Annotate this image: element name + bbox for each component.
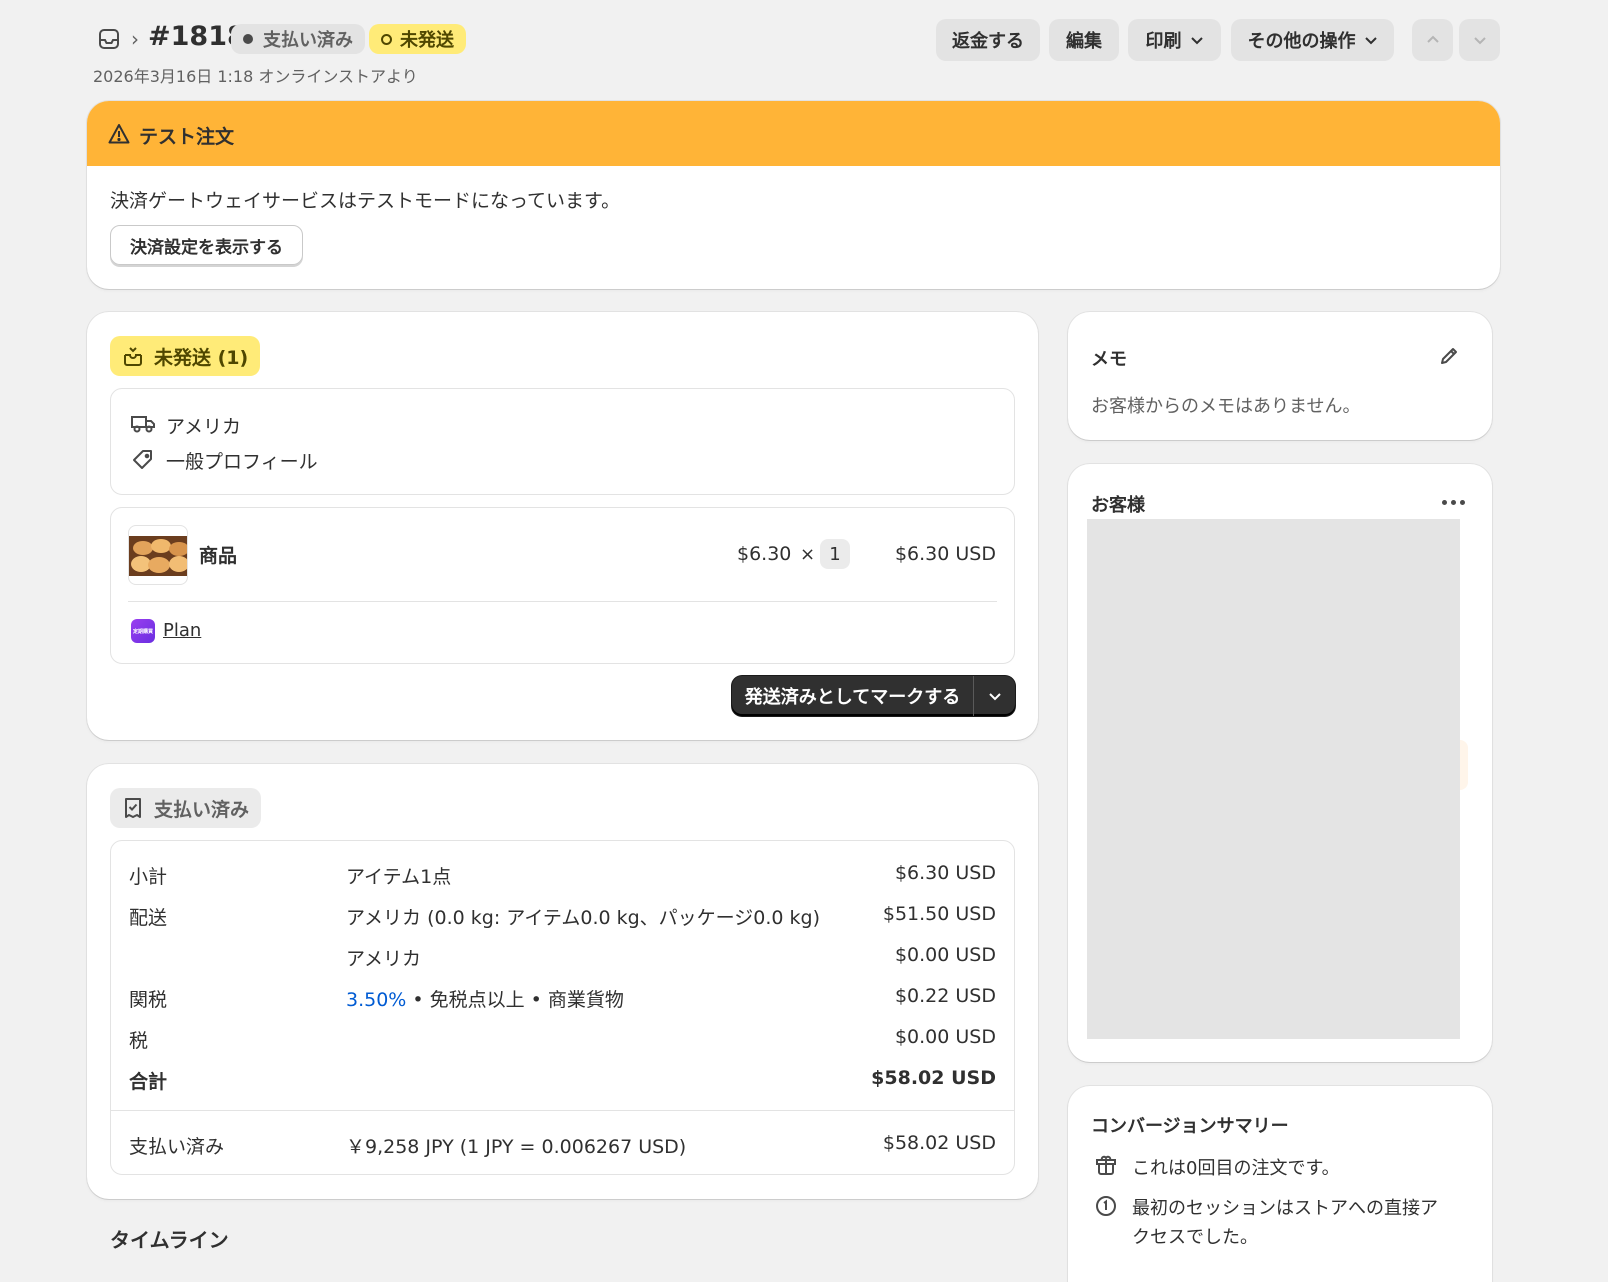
duties-amount: $0.22 USD — [894, 985, 996, 1007]
shipping-zone: アメリカ — [166, 416, 242, 438]
tax-label: 税 — [129, 1030, 149, 1052]
shipping-amount: $51.50 USD — [882, 903, 996, 925]
mark-as-fulfilled-label: 発送済みとしてマークする — [744, 687, 961, 708]
divider — [111, 1110, 1014, 1111]
unfulfilled-badge-label: 未発送 (1) — [154, 346, 249, 369]
paid-badge: 支払い済み — [110, 788, 262, 828]
subtotal-amount: $6.30 USD — [894, 862, 996, 884]
chevron-down-icon — [1364, 37, 1377, 45]
previous-order-button[interactable] — [1412, 19, 1453, 61]
first-session-icon — [1095, 1195, 1117, 1217]
tag-icon — [131, 448, 155, 472]
breadcrumb-chevron-icon: › — [131, 27, 139, 51]
duties-desc: • 免税点以上 • 商業貨物 — [406, 989, 624, 1011]
payment-summary-box: 小計 アイテム1点 $6.30 USD 配送 アメリカ (0.0 kg: アイテ… — [110, 840, 1015, 1175]
view-payment-settings-label: 決済設定を表示する — [130, 237, 283, 258]
duty-rate-link[interactable]: 3.50% — [346, 989, 406, 1011]
orders-icon[interactable] — [98, 28, 120, 50]
view-payment-settings-button[interactable]: 決済設定を表示する — [110, 225, 303, 265]
plan-link[interactable]: Plan — [163, 620, 201, 641]
memo-text: お客様からのメモはありません。 — [1091, 396, 1361, 417]
more-actions-button[interactable]: その他の操作 — [1231, 19, 1394, 61]
fulfillment-status-badge: 未発送 — [369, 24, 466, 54]
unfulfilled-badge: 未発送 (1) — [110, 336, 261, 376]
unit-price: $6.30 — [737, 543, 792, 565]
fulfillment-status-label: 未発送 — [400, 30, 454, 51]
subscription-app-icon-text: 定期購買 — [132, 628, 153, 635]
mark-as-fulfilled-button[interactable]: 発送済みとしてマークする — [732, 676, 974, 716]
conversion-title: コンバージョンサマリー — [1091, 1116, 1289, 1137]
timeline-title: タイムライン — [110, 1228, 229, 1252]
paid-amount: $58.02 USD — [882, 1132, 996, 1154]
times-symbol: × — [800, 544, 816, 565]
side-tab — [1460, 740, 1468, 790]
unfulfilled-icon — [124, 347, 142, 366]
order-count-text: これは0回目の注文です。 — [1132, 1158, 1340, 1179]
paid-badge-label: 支払い済み — [154, 798, 250, 821]
shipping-label: 配送 — [129, 907, 168, 929]
total-label: 合計 — [129, 1071, 168, 1093]
shipping-desc: アメリカ (0.0 kg: アイテム0.0 kg、パッケージ0.0 kg) — [346, 907, 821, 929]
subtotal-label: 小計 — [129, 866, 168, 888]
banner-header — [87, 101, 1500, 166]
warning-icon — [108, 123, 130, 145]
chevron-down-icon — [1190, 37, 1203, 45]
banner-title: テスト注文 — [139, 126, 235, 148]
product-name[interactable]: 商品 — [199, 541, 237, 568]
divider — [128, 601, 997, 602]
refund-label: 返金する — [952, 31, 1024, 52]
customer-title: お客様 — [1091, 495, 1145, 516]
product-thumbnail[interactable] — [128, 525, 188, 585]
chevron-down-icon — [1473, 37, 1486, 45]
more-options-icon[interactable] — [1442, 500, 1465, 505]
delivery-truck-icon — [130, 412, 156, 434]
chevron-up-icon — [1426, 35, 1439, 43]
quantity-value: 1 — [829, 543, 841, 565]
shipping-zone-desc: アメリカ — [346, 948, 422, 970]
payment-status-badge: 支払い済み — [231, 24, 365, 54]
shipping-info-box: アメリカ 一般プロフィール — [110, 388, 1015, 495]
order-count-icon — [1095, 1154, 1117, 1176]
edit-button[interactable]: 編集 — [1049, 19, 1119, 61]
conversion-summary-card: コンバージョンサマリー これは0回目の注文です。 最初のセッションはストアへの直… — [1068, 1086, 1492, 1282]
duties-label: 関税 — [129, 989, 168, 1011]
first-session-text-line1: 最初のセッションはストアへの直接ア — [1132, 1198, 1438, 1219]
tax-amount: $0.00 USD — [894, 1026, 996, 1048]
dot-icon — [243, 34, 253, 44]
chevron-down-icon — [988, 693, 1001, 701]
paid-label: 支払い済み — [129, 1136, 225, 1158]
fulfillment-card: 未発送 (1) アメリカ 一般プロフィール 商品 $6.30 × 1 $6.30… — [87, 312, 1038, 740]
mark-as-fulfilled-menu-button[interactable] — [974, 676, 1015, 716]
banner-message: 決済ゲートウェイサービスはテストモードになっています。 — [110, 190, 621, 212]
payment-card: 支払い済み 小計 アイテム1点 $6.30 USD 配送 アメリカ (0.0 k… — [87, 764, 1038, 1199]
duties-desc-row: 3.50% • 免税点以上 • 商業貨物 — [346, 985, 624, 1012]
more-actions-label: その他の操作 — [1247, 31, 1356, 52]
paid-desc: ￥9,258 JPY (1 JPY = 0.006267 USD) — [346, 1136, 687, 1158]
total-amount: $58.02 USD — [871, 1067, 996, 1089]
payment-status-label: 支払い済み — [263, 30, 353, 51]
customer-card: お客様 — [1068, 464, 1492, 1062]
line-item-box: 商品 $6.30 × 1 $6.30 USD 定期購買 Plan — [110, 507, 1015, 664]
quantity-badge: 1 — [820, 539, 850, 569]
shipping-zone-amount: $0.00 USD — [894, 944, 996, 966]
circle-icon — [381, 33, 392, 45]
memo-title: メモ — [1091, 349, 1127, 370]
first-session-text-line2: クセスでした。 — [1132, 1227, 1258, 1248]
receipt-check-icon — [125, 798, 141, 818]
subscription-app-icon: 定期購買 — [131, 619, 155, 643]
test-order-banner: テスト注文 決済ゲートウェイサービスはテストモードになっています。 決済設定を表… — [87, 101, 1500, 289]
refund-button[interactable]: 返金する — [936, 19, 1040, 61]
shipping-profile: 一般プロフィール — [166, 451, 318, 473]
print-button[interactable]: 印刷 — [1128, 19, 1221, 61]
next-order-button[interactable] — [1459, 19, 1500, 61]
memo-card: メモ お客様からのメモはありません。 — [1068, 312, 1492, 440]
edit-memo-icon[interactable] — [1438, 345, 1460, 367]
customer-details-placeholder — [1087, 519, 1460, 1039]
mark-as-fulfilled-button-group: 発送済みとしてマークする — [732, 676, 1015, 716]
print-label: 印刷 — [1145, 31, 1182, 52]
subtotal-desc: アイテム1点 — [346, 866, 452, 888]
edit-label: 編集 — [1066, 31, 1102, 52]
order-subtitle: 2026年3月16日 1:18 オンラインストアより — [93, 67, 418, 86]
line-total: $6.30 USD — [894, 543, 996, 565]
